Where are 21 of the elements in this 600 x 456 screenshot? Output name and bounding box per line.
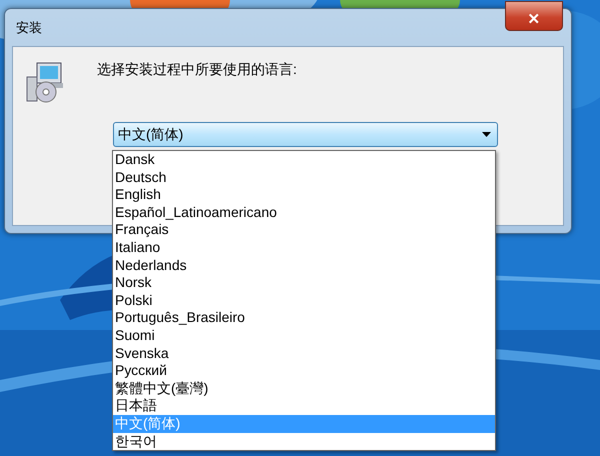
- caret-icon: [482, 132, 491, 137]
- language-option[interactable]: 한국어: [113, 432, 495, 450]
- language-option[interactable]: Español_Latinoamericano: [113, 204, 495, 222]
- language-option[interactable]: Norsk: [113, 274, 495, 292]
- language-dropdown[interactable]: 中文(简体): [113, 122, 498, 147]
- language-option[interactable]: English: [113, 186, 495, 204]
- language-option[interactable]: 日本語: [113, 397, 495, 415]
- language-option[interactable]: Dansk: [113, 151, 495, 169]
- language-option[interactable]: Nederlands: [113, 256, 495, 274]
- language-option[interactable]: Deutsch: [113, 168, 495, 186]
- language-option[interactable]: Svenska: [113, 344, 495, 362]
- prompt-text: 选择安装过程中所要使用的语言:: [97, 61, 298, 79]
- language-option[interactable]: Polski: [113, 292, 495, 310]
- language-option[interactable]: Suomi: [113, 326, 495, 345]
- window-title: 安装: [16, 18, 42, 36]
- close-button[interactable]: ✕: [505, 1, 563, 31]
- language-option[interactable]: Português_Brasileiro: [113, 309, 495, 327]
- language-option[interactable]: Italiano: [113, 238, 495, 257]
- language-option[interactable]: 繁體中文(臺灣): [113, 380, 495, 398]
- language-option[interactable]: Русский: [113, 362, 495, 380]
- language-option[interactable]: Français: [113, 221, 495, 239]
